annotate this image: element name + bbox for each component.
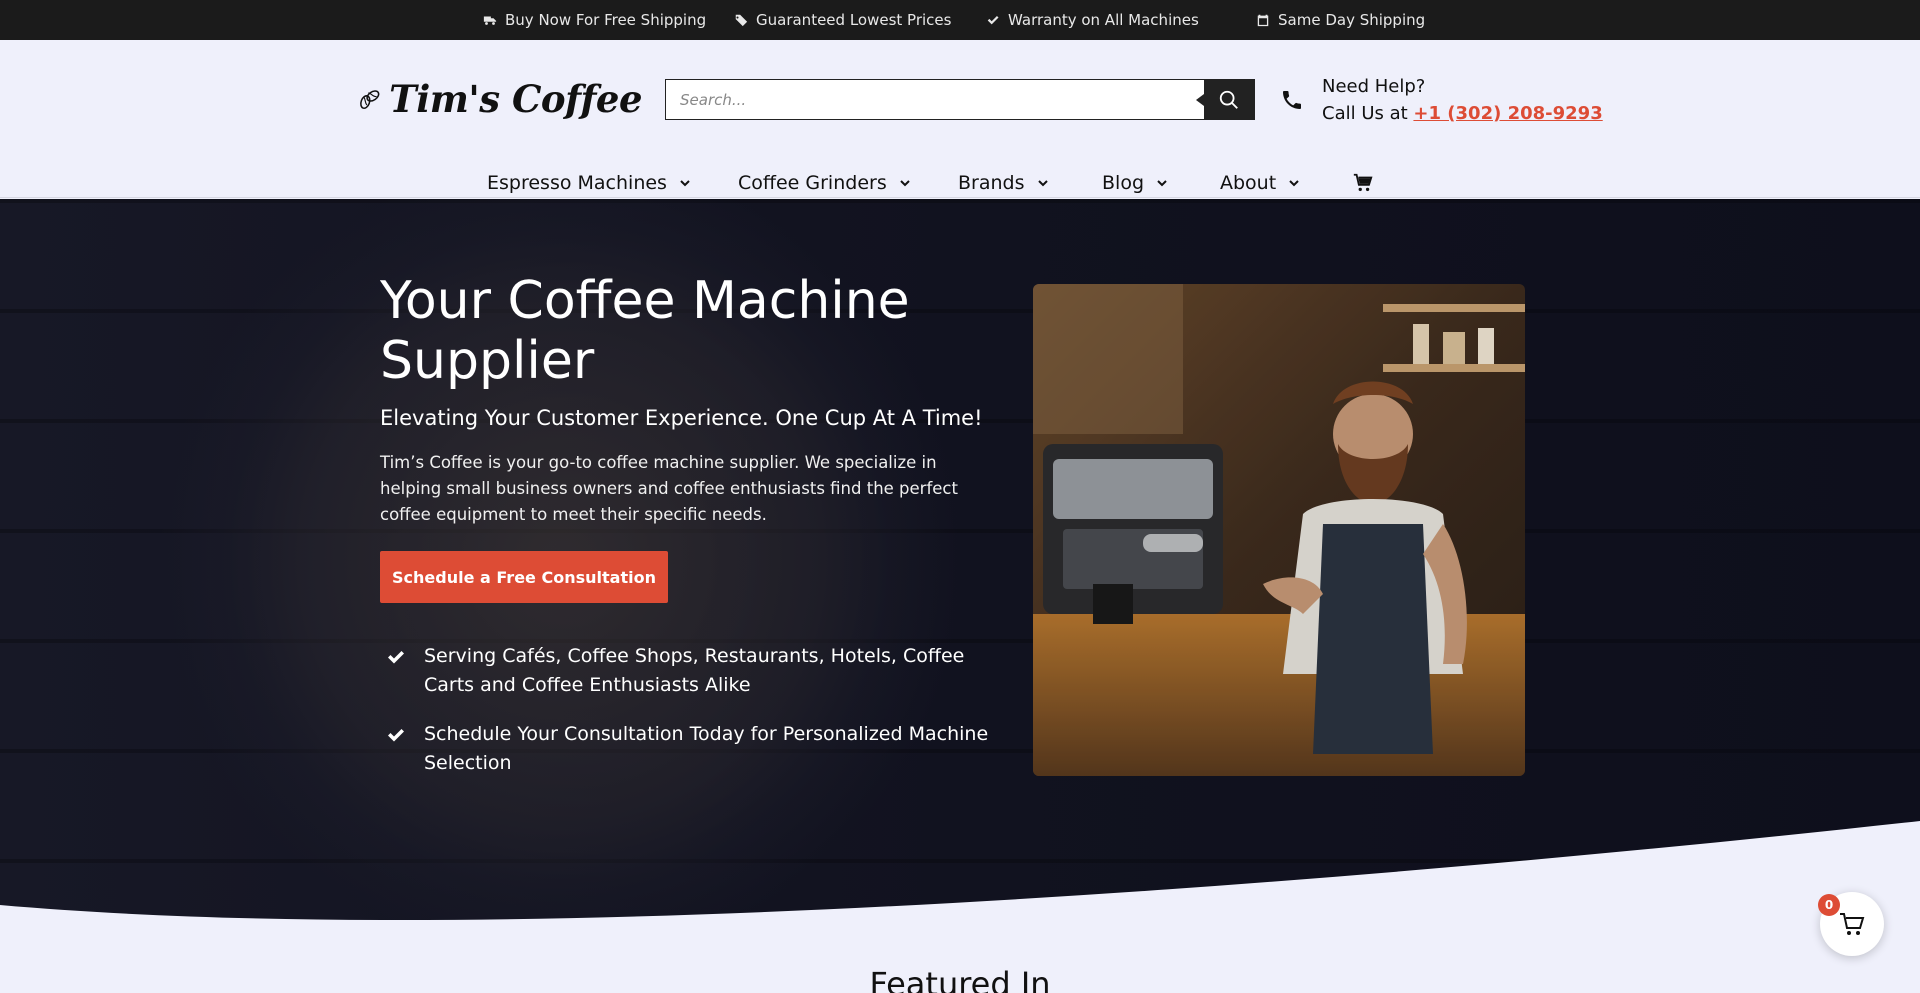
list-item: Serving Cafés, Coffee Shops, Restaurants… [386,642,1006,700]
cart-count-badge: 0 [1818,894,1840,916]
search-input[interactable] [666,80,1204,119]
nav-label: Brands [958,172,1025,194]
cart-icon [1840,913,1865,935]
benefit-text: Schedule Your Consultation Today for Per… [424,723,989,774]
hero-title: Your Coffee Machine Supplier [380,271,910,391]
logo-text: Tim's Coffee [389,77,642,121]
topbar-item-same-day: Same Day Shipping [1256,0,1425,40]
benefit-text: Serving Cafés, Coffee Shops, Restaurants… [424,645,965,696]
floating-cart-button[interactable]: 0 [1818,892,1884,956]
search-icon [1219,90,1238,109]
chevron-down-icon [680,180,690,187]
topbar-item-free-shipping: Buy Now For Free Shipping [483,0,706,40]
phone-icon [1283,91,1301,109]
cart-icon[interactable] [1352,172,1374,194]
check-icon [987,15,999,25]
topbar-item-lowest-prices: Guaranteed Lowest Prices [734,0,951,40]
nav-label: Espresso Machines [487,172,667,194]
topbar-label: Warranty on All Machines [1008,11,1199,29]
chevron-down-icon [900,180,910,187]
barista-image [1033,284,1525,776]
search-button[interactable] [1196,80,1254,119]
nav-label: Blog [1102,172,1144,194]
list-item: Schedule Your Consultation Today for Per… [386,720,1006,778]
hero-description: Tim’s Coffee is your go-to coffee machin… [380,453,958,524]
site-header: Tim's Coffee Need Help? Call Us at +1 (3… [0,40,1920,198]
help-title: Need Help? [1322,76,1426,97]
featured-in-heading: Featured In [869,965,1051,993]
phone-link[interactable]: +1 (302) 208-9293 [1413,103,1602,124]
topbar-label: Same Day Shipping [1278,11,1426,29]
topbar-label: Buy Now For Free Shipping [505,11,707,29]
topbar-label: Guaranteed Lowest Prices [756,11,952,29]
nav-label: Coffee Grinders [738,172,887,194]
search-bar [665,79,1255,120]
help-call-line: Call Us at +1 (302) 208-9293 [1322,100,1603,127]
hero-subtitle: Elevating Your Customer Experience. One … [380,406,983,430]
chevron-down-icon [1037,180,1048,187]
truck-icon [483,16,497,25]
topbar-item-warranty: Warranty on All Machines [986,0,1199,40]
calendar-icon [1257,14,1269,27]
help-text: Need Help? Call Us at +1 (302) 208-9293 [1322,73,1603,127]
schedule-consultation-button[interactable]: Schedule a Free Consultation [380,551,668,603]
coffee-beans-icon [360,90,380,109]
barista-photo [1033,284,1525,776]
nav-label: About [1220,172,1277,194]
top-announcement-bar: Buy Now For Free Shipping Guaranteed Low… [0,0,1920,40]
site-logo[interactable]: Tim's Coffee [357,66,642,132]
hero-wave-divider [0,821,1920,993]
help-contact: Need Help? Call Us at +1 (302) 208-9293 [1280,70,1603,130]
check-icon [388,651,404,664]
tags-icon [734,14,748,27]
hero-benefits-list: Serving Cafés, Coffee Shops, Restaurants… [386,642,1006,798]
chevron-down-icon [1289,180,1299,187]
chevron-down-icon [1157,180,1167,187]
hero-section: Your Coffee Machine Supplier Elevating Y… [0,199,1920,993]
check-icon [388,729,404,742]
help-call-prefix: Call Us at [1322,103,1408,124]
